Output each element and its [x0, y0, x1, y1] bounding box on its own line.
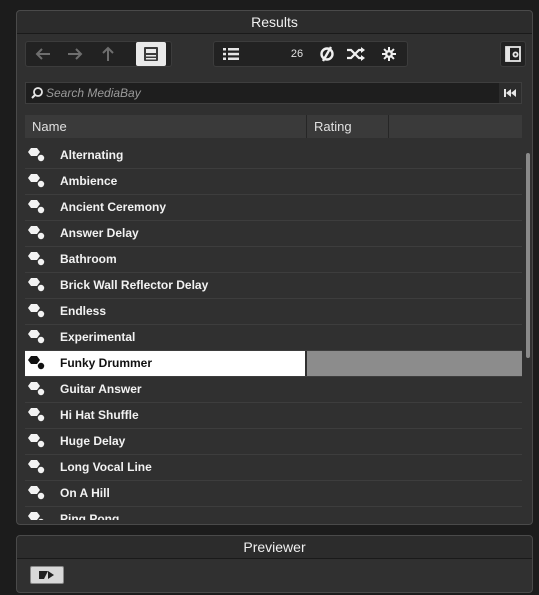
rewind-icon: [504, 89, 516, 97]
previewer-title: Previewer: [17, 536, 532, 559]
preset-icon: [28, 512, 44, 520]
scrollbar-thumb[interactable]: [526, 153, 530, 358]
list-icon: [223, 48, 239, 60]
result-row[interactable]: Brick Wall Reflector Delay: [25, 273, 522, 299]
results-title: Results: [17, 11, 532, 34]
results-toolbar: 26: [17, 41, 532, 69]
result-name: Ambience: [60, 174, 118, 188]
result-name: Ancient Ceremony: [60, 200, 167, 214]
preset-icon: [28, 356, 45, 370]
preset-icon: [28, 330, 45, 344]
result-name: Huge Delay: [60, 434, 126, 448]
refresh-icon: [320, 46, 334, 62]
preset-icon: [28, 304, 45, 318]
result-row[interactable]: Long Vocal Line: [25, 455, 522, 481]
navigation-group: [25, 41, 172, 67]
preset-icon: [28, 382, 45, 396]
autoplay-button[interactable]: [30, 566, 64, 584]
column-name[interactable]: Name: [25, 115, 307, 138]
gear-icon: [382, 47, 396, 61]
preset-icon: [28, 226, 45, 240]
folder-icon: [144, 47, 158, 61]
list-view-button[interactable]: [218, 42, 244, 66]
result-row[interactable]: Hi Hat Shuffle: [25, 403, 522, 429]
result-count: 26: [290, 48, 304, 60]
autoplay-icon: [39, 571, 54, 579]
preset-icon: [28, 278, 45, 292]
result-name: Ping Pong: [60, 512, 120, 520]
arrow-right-icon: [68, 48, 83, 60]
results-scrollbar[interactable]: [526, 143, 531, 520]
preset-icon: [28, 486, 45, 500]
preset-icon: [28, 434, 45, 448]
folder-button[interactable]: [136, 42, 166, 66]
result-name: Experimental: [60, 330, 136, 344]
arrow-left-icon: [35, 48, 50, 60]
previewer-panel: Previewer: [16, 535, 533, 593]
result-row[interactable]: Ancient Ceremony: [25, 195, 522, 221]
setup-button[interactable]: [501, 42, 525, 66]
result-name: Long Vocal Line: [60, 460, 152, 474]
result-row[interactable]: Answer Delay: [25, 221, 522, 247]
result-row[interactable]: Ping Pong: [25, 507, 522, 520]
result-row[interactable]: Endless: [25, 299, 522, 325]
search-field: [25, 82, 522, 104]
panel-settings-icon: [505, 46, 521, 62]
preset-icon: [28, 460, 45, 474]
results-panel: Results 26 Search MediaBay Name Rating A…: [16, 10, 533, 525]
shuffle-icon: [347, 47, 365, 61]
forward-button[interactable]: [62, 42, 88, 66]
preset-icon: [28, 200, 45, 214]
setup-window-button[interactable]: [500, 41, 526, 67]
preset-icon: [28, 408, 45, 422]
result-name: Bathroom: [60, 252, 117, 266]
result-row[interactable]: On A Hill: [25, 481, 522, 507]
view-group: 26: [213, 41, 408, 67]
preset-icon: [28, 174, 45, 188]
arrow-up-icon: [102, 46, 114, 61]
preset-icon: [28, 148, 45, 162]
result-row[interactable]: Huge Delay: [25, 429, 522, 455]
result-name: Answer Delay: [60, 226, 139, 240]
results-table-header: Name Rating: [25, 115, 522, 138]
result-name: Brick Wall Reflector Delay: [60, 278, 209, 292]
result-name: Hi Hat Shuffle: [60, 408, 139, 422]
result-row[interactable]: Funky Drummer: [25, 351, 522, 377]
selected-rating-cell[interactable]: [307, 351, 522, 376]
result-row[interactable]: Alternating: [25, 143, 522, 169]
result-row[interactable]: Bathroom: [25, 247, 522, 273]
search-icon: [31, 87, 43, 99]
preset-icon: [28, 252, 45, 266]
refresh-button[interactable]: [314, 42, 340, 66]
reset-search-button[interactable]: [499, 83, 521, 103]
up-button[interactable]: [96, 42, 120, 66]
search-input[interactable]: [46, 83, 501, 103]
column-rating[interactable]: Rating: [307, 115, 389, 138]
results-list: Alternating Ambience Ancient Ceremony Answe…: [25, 143, 522, 520]
result-name: Alternating: [60, 148, 124, 162]
result-row[interactable]: Guitar Answer: [25, 377, 522, 403]
result-name: Endless: [60, 304, 107, 318]
result-row[interactable]: Ambience: [25, 169, 522, 195]
back-button[interactable]: [30, 42, 56, 66]
result-name: Funky Drummer: [60, 356, 153, 370]
shuffle-button[interactable]: [342, 42, 370, 66]
result-name: Guitar Answer: [60, 382, 142, 396]
result-name: On A Hill: [60, 486, 110, 500]
column-extra[interactable]: [389, 115, 522, 138]
result-row[interactable]: Experimental: [25, 325, 522, 351]
settings-button[interactable]: [376, 42, 402, 66]
